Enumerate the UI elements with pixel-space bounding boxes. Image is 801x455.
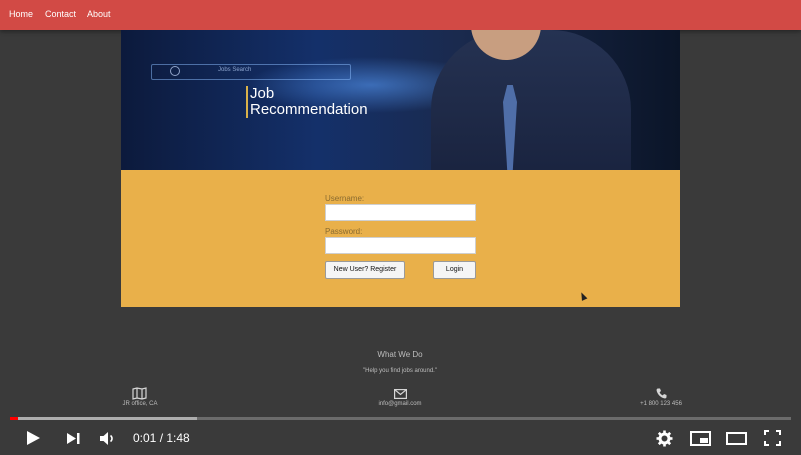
hero-banner: Jobs Search Job Recommendation: [121, 30, 680, 170]
username-label: Username:: [325, 194, 365, 203]
time-display: 0:01 / 1:48: [133, 431, 190, 445]
video-played-bar: [10, 417, 18, 420]
footer-tagline: "Help you find jobs around.": [363, 368, 437, 374]
footer-email: info@gmail.com: [378, 401, 422, 407]
video-buffered-bar: [10, 417, 197, 420]
settings-gear-icon[interactable]: [656, 430, 673, 447]
play-icon[interactable]: [25, 430, 41, 446]
hero-title-line1: Job: [250, 85, 275, 102]
businessman-image: [431, 30, 631, 170]
search-icon: [170, 66, 180, 76]
volume-icon[interactable]: [99, 431, 117, 446]
login-button[interactable]: Login: [433, 261, 476, 279]
password-label: Password:: [325, 227, 363, 236]
fullscreen-icon[interactable]: [764, 430, 781, 446]
footer-heading: What We Do: [377, 350, 423, 359]
footer-location: JR office, CA: [122, 401, 158, 407]
footer-phone: +1 800 123 456: [640, 401, 682, 407]
username-input[interactable]: [325, 204, 476, 221]
nav-contact-link[interactable]: Contact: [45, 9, 76, 19]
nav-about-link[interactable]: About: [87, 9, 111, 19]
miniplayer-icon[interactable]: [690, 431, 711, 446]
hero-title-line2: Recommendation: [250, 101, 368, 118]
hero-search-text: Jobs Search: [218, 67, 252, 73]
email-icon: [394, 389, 407, 399]
phone-icon: [656, 388, 667, 399]
nav-home-link[interactable]: Home: [9, 9, 33, 19]
register-button[interactable]: New User? Register: [325, 261, 405, 279]
next-icon[interactable]: [66, 432, 82, 445]
hero-search-graphic: Jobs Search: [151, 64, 351, 80]
map-icon: [132, 387, 147, 400]
top-navbar: Home Contact About: [0, 0, 801, 30]
password-input[interactable]: [325, 237, 476, 254]
hero-title: Job Recommendation: [246, 86, 368, 118]
theater-mode-icon[interactable]: [726, 432, 747, 445]
